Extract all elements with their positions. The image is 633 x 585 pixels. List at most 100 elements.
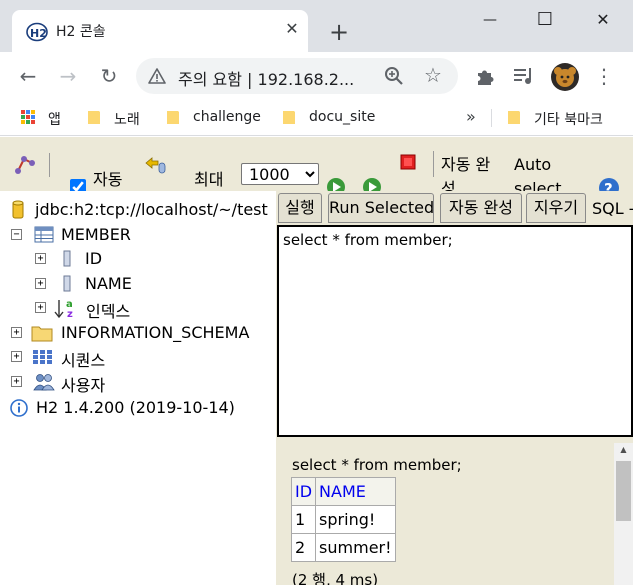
- sort-az-icon: a z: [54, 299, 73, 319]
- bookmark-label: docu_site: [309, 109, 376, 125]
- table-header-row: ID NAME: [290, 477, 396, 506]
- svg-text:z: z: [67, 309, 73, 319]
- tree-label: 인덱스: [86, 302, 131, 321]
- folder-icon: [167, 111, 179, 124]
- auto-select-label: Auto select: [514, 155, 562, 191]
- bookmark-label: challenge: [193, 109, 261, 125]
- folder-icon: [283, 111, 295, 124]
- bookmark-label: 노래: [114, 112, 140, 128]
- bookmarks-divider: [491, 109, 492, 127]
- tree-label: ID: [85, 249, 103, 268]
- disconnect-icon[interactable]: [14, 153, 36, 175]
- reload-icon[interactable]: ↻: [97, 64, 121, 88]
- bookmark-folder-songs[interactable]: 노래: [86, 107, 156, 129]
- new-tab-button[interactable]: +: [326, 20, 352, 46]
- bookmark-label: 기타 북마크: [534, 112, 603, 128]
- expand-toggle-icon[interactable]: +: [11, 351, 22, 362]
- query-panel: 실행 Run Selected 자동 완성 지우기 SQL - select *…: [276, 191, 633, 585]
- h2-toolbar: 자동 최대 1000 자동 완성 Auto select ?: [0, 137, 633, 191]
- expand-toggle-icon[interactable]: +: [35, 302, 46, 313]
- browser-toolbar: ← → ↻ 주의 요함 | 192.168.2... ☆ ⋮: [0, 52, 633, 100]
- warning-icon: [148, 68, 166, 84]
- address-text: 주의 요함 | 192.168.2...: [178, 70, 355, 89]
- tab-title: H2 콘솔: [56, 24, 106, 40]
- collapse-toggle-icon[interactable]: −: [11, 229, 22, 240]
- folder-icon: [88, 111, 100, 124]
- apps-grid-icon: [21, 110, 35, 124]
- sql-statement-label: SQL -: [592, 199, 633, 218]
- profile-avatar[interactable]: [550, 62, 580, 92]
- minimize-button[interactable]: —: [470, 6, 510, 34]
- users-icon: [33, 374, 55, 391]
- database-icon: [12, 200, 24, 219]
- table-cell: 2: [290, 533, 317, 562]
- table-row: 2 summer!: [290, 533, 396, 562]
- schema-tree: jdbc:h2:tcp://localhost/~/test − MEMBER …: [0, 191, 276, 585]
- folder-icon: [31, 326, 53, 342]
- autocomplete-button[interactable]: 자동 완성: [440, 193, 522, 223]
- h2-logo-icon: H2: [26, 22, 48, 42]
- column-header-name[interactable]: NAME: [315, 477, 396, 506]
- bookmarks-bar: 앱 노래 challenge docu_site » 기타 북마크: [0, 100, 633, 136]
- bookmark-folder-docu-site[interactable]: docu_site: [281, 107, 381, 129]
- info-icon: [10, 399, 28, 417]
- extensions-puzzle-icon[interactable]: [474, 65, 496, 87]
- table-cell: spring!: [315, 505, 396, 534]
- toolbar-separator: [433, 151, 434, 177]
- column-icon: [63, 250, 71, 267]
- tab-close-icon[interactable]: ✕: [282, 19, 302, 39]
- bookmark-label: 앱: [48, 112, 61, 128]
- clear-button[interactable]: 지우기: [526, 193, 586, 223]
- version-text: H2 1.4.200 (2019-10-14): [36, 398, 235, 417]
- stop-icon[interactable]: [400, 154, 416, 170]
- column-header-id[interactable]: ID: [290, 477, 317, 506]
- bookmark-apps[interactable]: 앱: [20, 107, 70, 129]
- expand-toggle-icon[interactable]: +: [35, 278, 46, 289]
- zoom-icon[interactable]: [384, 66, 404, 86]
- auto-commit-checkbox[interactable]: [70, 179, 86, 191]
- tree-label: MEMBER: [61, 225, 131, 244]
- expand-toggle-icon[interactable]: +: [35, 253, 46, 264]
- browser-title-bar: H2 H2 콘솔 ✕ + — ☐ ✕: [0, 0, 633, 52]
- address-bar[interactable]: 주의 요함 | 192.168.2... ☆: [136, 58, 458, 94]
- expand-toggle-icon[interactable]: +: [11, 327, 22, 338]
- results-area: select * from member; ID NAME 1 spring! …: [277, 443, 614, 585]
- auto-commit-label: 자동: [93, 170, 123, 189]
- expand-toggle-icon[interactable]: +: [11, 376, 22, 387]
- scroll-up-arrow-icon[interactable]: ▲: [617, 446, 630, 454]
- executed-sql: select * from member;: [292, 456, 462, 474]
- svg-text:H2: H2: [30, 27, 47, 40]
- window-close-button[interactable]: ✕: [583, 6, 623, 34]
- bookmark-folder-other[interactable]: 기타 북마크: [506, 107, 626, 129]
- sql-editor[interactable]: select * from member;: [277, 225, 633, 437]
- table-cell: 1: [290, 505, 317, 534]
- run-selected-icon[interactable]: [362, 177, 382, 191]
- svg-text:?: ?: [604, 180, 613, 191]
- rollback-icon[interactable]: [143, 155, 167, 177]
- tree-label: 시퀀스: [61, 351, 106, 370]
- browser-menu-icon[interactable]: ⋮: [592, 64, 616, 88]
- tree-label: 사용자: [61, 376, 106, 395]
- maximize-button[interactable]: ☐: [525, 6, 565, 34]
- scrollbar-thumb[interactable]: [616, 461, 631, 521]
- run-selected-button[interactable]: Run Selected: [328, 193, 434, 223]
- autocomplete-mode-label: 자동 완성: [441, 155, 491, 191]
- bookmark-star-icon[interactable]: ☆: [422, 64, 444, 86]
- media-queue-icon[interactable]: [513, 66, 535, 86]
- browser-tab[interactable]: H2 H2 콘솔 ✕: [12, 10, 308, 52]
- help-icon[interactable]: ?: [598, 177, 620, 191]
- bookmarks-overflow-button[interactable]: »: [466, 107, 476, 126]
- tree-label: INFORMATION_SCHEMA: [61, 323, 250, 342]
- result-summary: (2 행, 4 ms): [292, 571, 379, 585]
- max-rows-select[interactable]: 1000: [241, 163, 319, 185]
- tree-label: NAME: [85, 274, 132, 293]
- table-cell: summer!: [315, 533, 396, 562]
- bookmark-folder-challenge[interactable]: challenge: [165, 107, 265, 129]
- result-table: ID NAME 1 spring! 2 summer!: [290, 477, 396, 562]
- run-icon[interactable]: [326, 177, 346, 191]
- back-arrow-icon[interactable]: ←: [16, 64, 40, 88]
- run-button[interactable]: 실행: [278, 193, 322, 223]
- forward-arrow-icon[interactable]: →: [56, 64, 80, 88]
- sequence-icon: [33, 350, 52, 364]
- table-icon: [34, 226, 54, 243]
